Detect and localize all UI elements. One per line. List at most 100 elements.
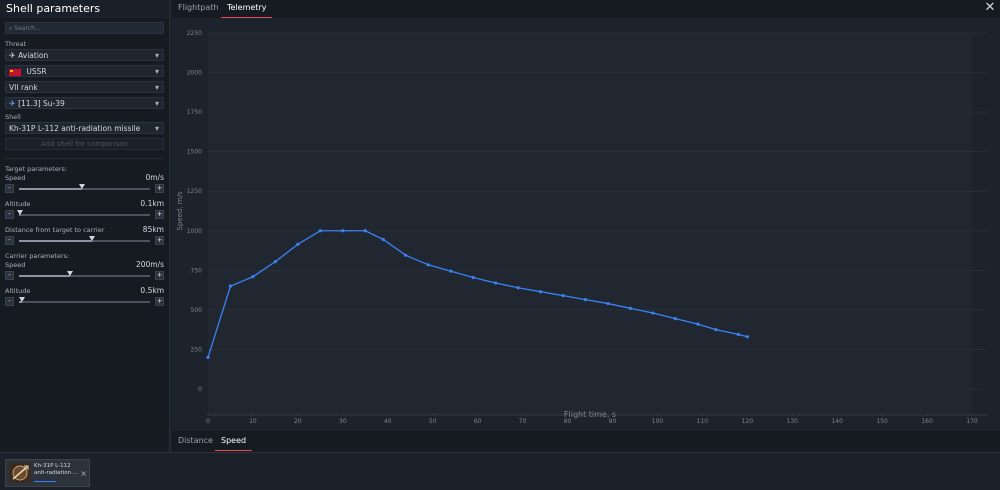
increment-button[interactable]: +	[155, 297, 164, 306]
decrement-button[interactable]: -	[5, 184, 14, 193]
y-tick-label: 0	[198, 386, 202, 393]
y-tick-label: 500	[191, 307, 203, 314]
decrement-button[interactable]: -	[5, 210, 14, 219]
x-tick-label: 160	[921, 418, 933, 425]
carrier-speed-row: Speed 200m/s	[0, 260, 169, 270]
x-tick-label: 30	[339, 418, 347, 425]
add-shell-button[interactable]: Add shell for comparison	[5, 138, 164, 150]
carrier-altitude-slider[interactable]: - +	[5, 297, 164, 307]
chevron-down-icon: ▾	[154, 99, 159, 108]
rank-dropdown[interactable]: VII rank ▾	[5, 81, 164, 93]
country-value: USSR	[26, 67, 47, 76]
divider	[5, 158, 164, 159]
carrier-speed-value: 200m/s	[135, 260, 164, 269]
increment-button[interactable]: +	[155, 236, 164, 245]
decrement-button[interactable]: -	[5, 271, 14, 280]
missile-icon	[9, 463, 31, 483]
target-speed-value: 0m/s	[145, 173, 164, 182]
x-tick-label: 60	[474, 418, 482, 425]
sidebar-title: Shell parameters	[0, 0, 169, 18]
slider-thumb[interactable]	[78, 184, 85, 189]
distance-row: Distance from target to carrier 85km	[0, 225, 169, 235]
data-point	[745, 335, 749, 339]
top-tab-bar: Flightpath Telemetry ✕	[172, 0, 1000, 18]
x-tick-label: 20	[294, 418, 302, 425]
shell-dropdown[interactable]: Kh-31P L-112 anti-radiation missile ▾	[5, 122, 164, 134]
target-altitude-slider[interactable]: - +	[5, 210, 164, 220]
data-point	[251, 275, 255, 279]
data-point	[228, 284, 233, 288]
target-speed-label: Speed	[5, 174, 26, 182]
slider-track[interactable]	[17, 210, 150, 216]
data-point	[273, 260, 278, 264]
y-tick-label: 750	[191, 267, 203, 274]
vehicle-value: [11.3] Su-39	[18, 99, 65, 108]
data-point	[736, 332, 740, 337]
sidebar: Shell parameters ⌕ Search... Threat ✈ Av…	[0, 0, 170, 452]
ussr-flag-icon	[9, 68, 21, 76]
close-icon[interactable]: ✕	[983, 1, 997, 15]
increment-button[interactable]: +	[155, 210, 164, 219]
data-point	[341, 229, 345, 233]
data-point	[561, 294, 565, 298]
carrier-altitude-row: Altitude 0.5km	[0, 286, 169, 296]
chevron-down-icon: ▾	[154, 67, 159, 76]
slider-track[interactable]	[19, 271, 150, 277]
increment-button[interactable]: +	[155, 271, 164, 280]
chevron-down-icon: ▾	[154, 83, 159, 92]
remove-shell-icon[interactable]: ×	[80, 469, 87, 478]
x-tick-label: 40	[384, 418, 392, 425]
distance-label: Distance from target to carrier	[5, 226, 105, 234]
slider-thumb[interactable]	[89, 236, 96, 241]
y-tick-label: 1250	[187, 188, 202, 195]
vehicle-dropdown[interactable]: ✈ [11.3] Su-39 ▾	[5, 97, 164, 109]
threat-dropdown[interactable]: ✈ Aviation ▾	[5, 49, 164, 61]
shell-label: Shell	[5, 113, 21, 121]
x-tick-label: 90	[609, 418, 617, 425]
search-input[interactable]: ⌕ Search...	[5, 22, 164, 34]
y-tick-label: 1750	[187, 109, 202, 116]
slider-thumb[interactable]	[18, 297, 25, 302]
slider-track[interactable]	[19, 236, 150, 242]
distance-slider[interactable]: - +	[5, 236, 164, 246]
slider-thumb[interactable]	[67, 271, 74, 276]
target-altitude-label: Altitude	[5, 200, 31, 208]
plot-background	[208, 33, 972, 415]
carrier-speed-slider[interactable]: - +	[5, 271, 164, 281]
chevron-down-icon: ▾	[154, 124, 159, 133]
decrement-button[interactable]: -	[5, 297, 14, 306]
increment-button[interactable]: +	[155, 184, 164, 193]
shell-card[interactable]: Kh-31P L-112 anti-radiation ... ×	[5, 459, 90, 487]
data-point	[714, 328, 718, 332]
tab-distance[interactable]: Distance	[172, 433, 219, 451]
data-point	[628, 306, 633, 310]
tab-speed[interactable]: Speed	[215, 433, 253, 451]
decrement-button[interactable]: -	[5, 236, 14, 245]
target-speed-row: Speed 0m/s	[0, 173, 169, 183]
search-placeholder: Search...	[14, 25, 41, 32]
tab-flightpath[interactable]: Flightpath	[172, 0, 225, 18]
slider-track[interactable]	[19, 184, 150, 190]
x-tick-label: 50	[429, 418, 437, 425]
carrier-altitude-value: 0.5km	[140, 286, 164, 295]
data-point	[606, 301, 610, 306]
x-tick-label: 80	[564, 418, 572, 425]
data-point	[296, 242, 300, 246]
slider-track[interactable]	[18, 297, 150, 303]
data-point	[516, 286, 520, 290]
data-point	[363, 229, 367, 233]
data-point	[206, 355, 210, 359]
slider-thumb[interactable]	[17, 210, 24, 215]
rank-value: VII rank	[9, 83, 38, 92]
data-point	[404, 253, 408, 257]
slider-fill	[19, 240, 93, 242]
country-dropdown[interactable]: USSR ▾	[5, 65, 164, 77]
data-point	[426, 263, 430, 267]
target-speed-slider[interactable]: - +	[5, 184, 164, 194]
data-point	[449, 269, 453, 273]
aviation-icon: ✈	[9, 51, 16, 60]
y-tick-label: 2000	[187, 70, 202, 77]
tab-telemetry[interactable]: Telemetry	[221, 0, 273, 18]
x-tick-label: 150	[876, 418, 888, 425]
y-tick-label: 250	[191, 346, 203, 353]
